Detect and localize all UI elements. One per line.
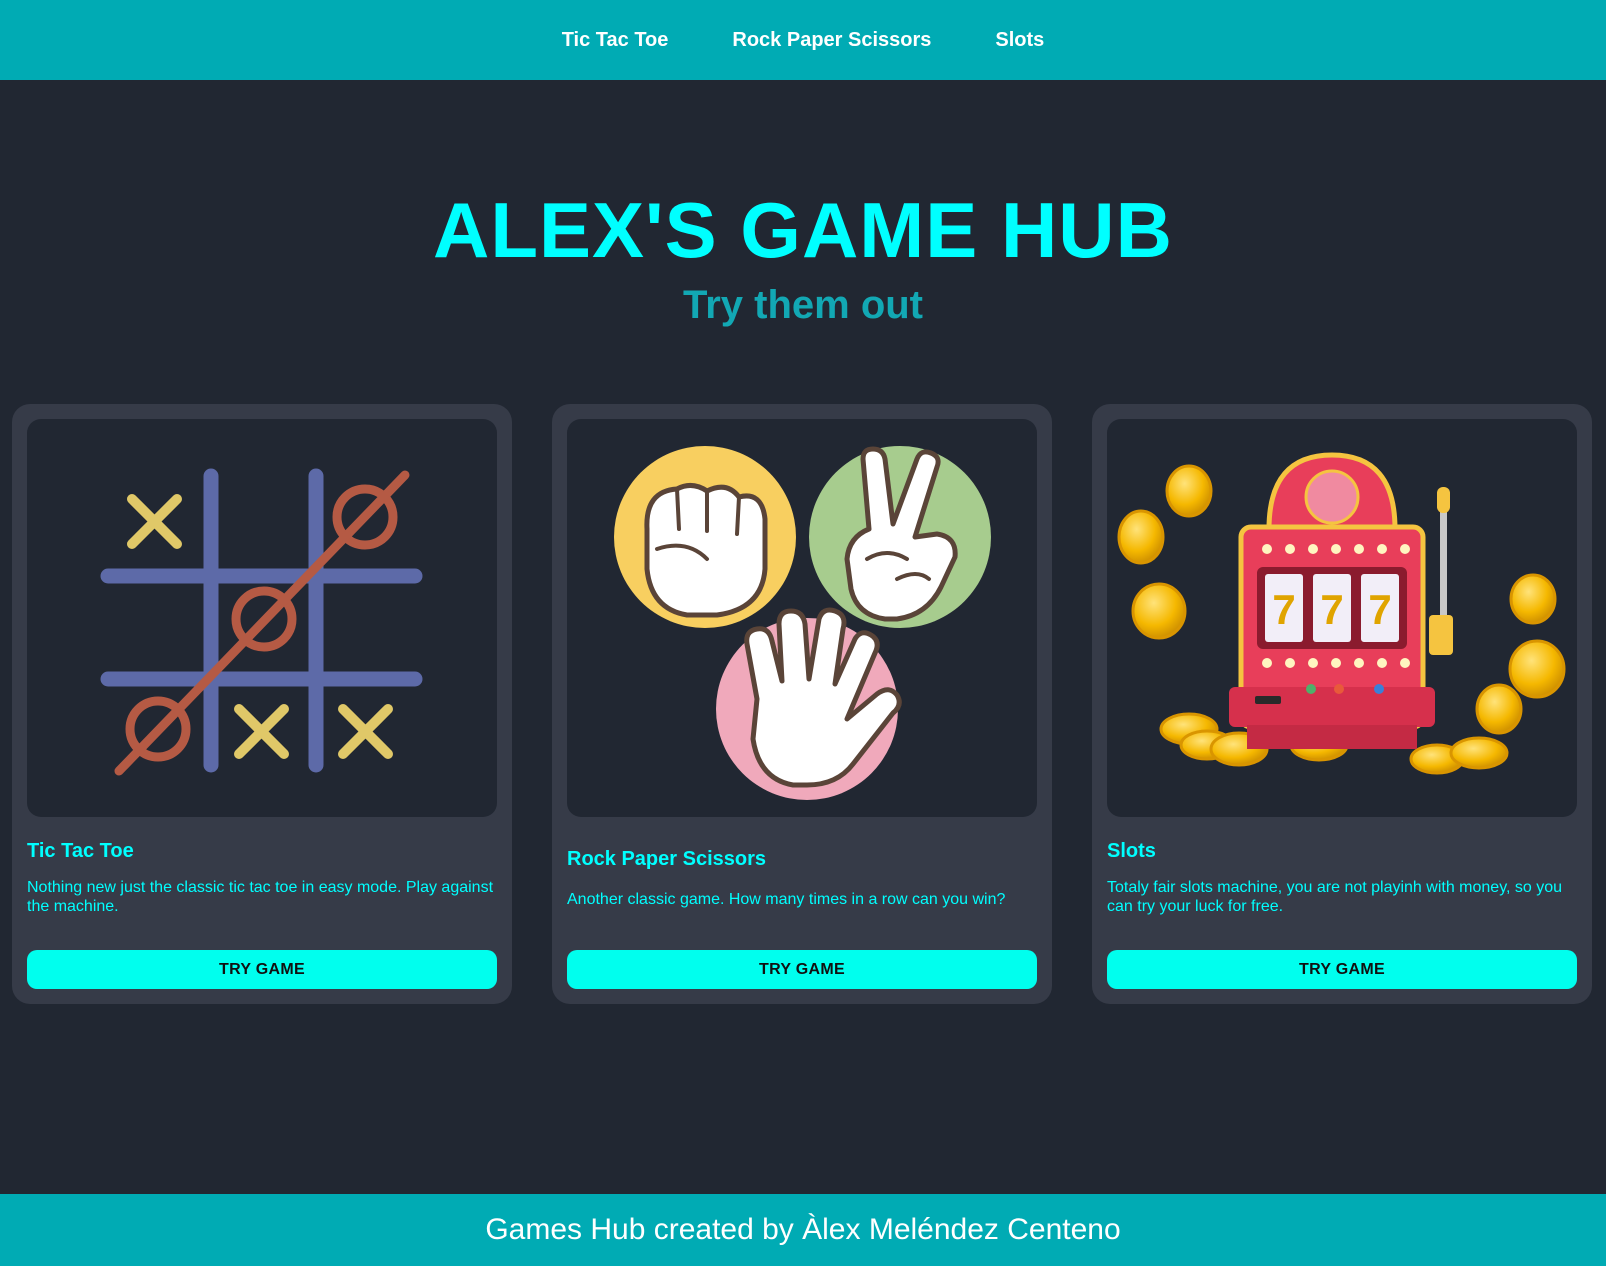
try-game-button[interactable]: TRY GAME xyxy=(1107,950,1577,989)
slot-lever-icon xyxy=(1429,487,1453,655)
page-title: ALEX'S GAME HUB xyxy=(433,186,1173,274)
nav-link-tic-tac-toe[interactable]: Tic Tac Toe xyxy=(562,29,669,52)
nav-link-rock-paper-scissors[interactable]: Rock Paper Scissors xyxy=(732,29,931,52)
rock-hand-icon xyxy=(644,483,768,618)
game-card-rock-paper-scissors: Rock Paper Scissors Another classic game… xyxy=(552,404,1052,1004)
game-card-slots: 7 7 7 Slots Totaly fair slots machine, y… xyxy=(1092,404,1592,1004)
try-game-button[interactable]: TRY GAME xyxy=(567,950,1037,989)
game-card-tic-tac-toe: Tic Tac Toe Nothing new just the classic… xyxy=(12,404,512,1004)
slot-machine-body: 7 7 7 xyxy=(1229,452,1435,749)
card-description: Another classic game. How many times in … xyxy=(567,891,1006,908)
card-description: Totaly fair slots machine, you are not p… xyxy=(1107,879,1563,915)
page-subtitle: Try them out xyxy=(682,283,924,327)
slot-machine-illustration: 7 7 7 xyxy=(1117,452,1566,775)
nav-link-slots[interactable]: Slots xyxy=(995,29,1044,52)
tic-tac-toe-board-icon xyxy=(27,419,497,817)
footer: Games Hub created by Àlex Meléndez Cente… xyxy=(0,1194,1606,1266)
card-description: Nothing new just the classic tic tac toe… xyxy=(27,879,494,915)
card-title: Slots xyxy=(1107,840,1156,862)
hero-section: ALEX'S GAME HUB Try them out xyxy=(0,180,1606,330)
card-title: Rock Paper Scissors xyxy=(567,848,766,870)
try-game-button[interactable]: TRY GAME xyxy=(27,950,497,989)
rock-paper-scissors-hands-icon xyxy=(567,419,1037,817)
top-navbar: Tic Tac Toe Rock Paper Scissors Slots xyxy=(0,0,1606,80)
slot-reel-1: 7 xyxy=(1272,586,1295,633)
footer-credit: Games Hub created by Àlex Meléndez Cente… xyxy=(485,1213,1121,1246)
slot-reel-2: 7 xyxy=(1320,586,1343,633)
rock-paper-scissors-illustration xyxy=(614,446,991,800)
tic-tac-toe-illustration xyxy=(100,468,423,776)
slot-machine-icon: 7 7 7 xyxy=(1107,419,1577,817)
card-title: Tic Tac Toe xyxy=(27,840,134,862)
slot-reel-3: 7 xyxy=(1368,586,1391,633)
